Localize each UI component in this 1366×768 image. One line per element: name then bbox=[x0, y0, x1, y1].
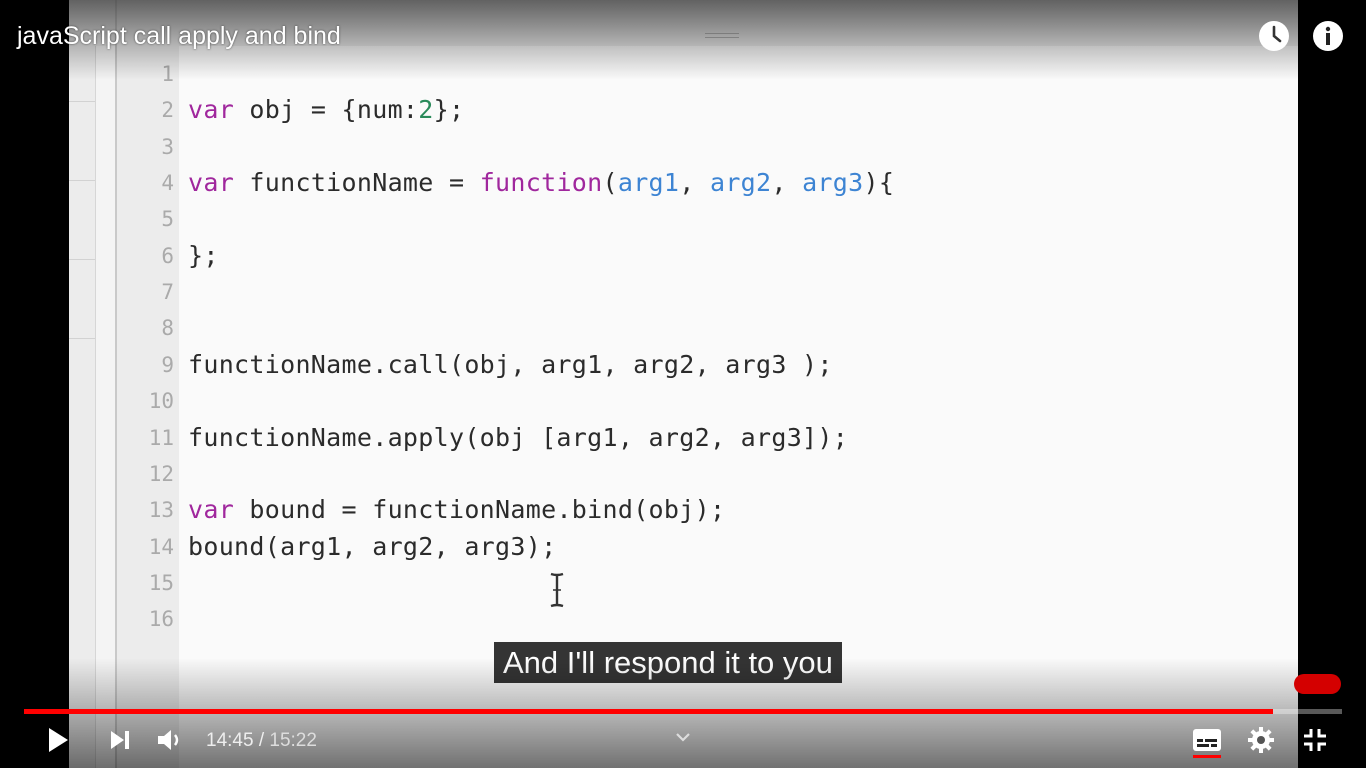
watch-later-button[interactable] bbox=[1258, 20, 1290, 52]
line-code: var obj = {num:2}; bbox=[188, 92, 464, 128]
subtitles-active-indicator bbox=[1193, 755, 1221, 758]
watermark-badge bbox=[1294, 674, 1341, 694]
code-token: functionName = bbox=[234, 168, 480, 198]
line-number: 2 bbox=[161, 98, 174, 123]
clock-icon bbox=[1259, 21, 1289, 51]
code-token: arg1 bbox=[617, 168, 680, 198]
line-code: bound(arg1, arg2, arg3); bbox=[188, 529, 556, 565]
chevron-up-icon[interactable] bbox=[673, 729, 693, 745]
progress-played bbox=[24, 709, 1273, 714]
volume-icon bbox=[158, 730, 179, 750]
code-token: function bbox=[479, 168, 603, 198]
subtitles-button[interactable] bbox=[1189, 722, 1225, 758]
line-number: 6 bbox=[161, 243, 174, 268]
code-token: , bbox=[679, 168, 710, 198]
code-token: var bbox=[188, 168, 235, 198]
code-token: }; bbox=[433, 95, 465, 125]
time-display: 14:45 / 15:22 bbox=[206, 729, 317, 753]
line-number: 8 bbox=[161, 316, 174, 341]
video-title[interactable]: javaScript call apply and bind bbox=[17, 20, 341, 52]
video-player[interactable]: 12var obj = {num:2};34var functionName =… bbox=[0, 0, 1366, 768]
code-token: ){ bbox=[863, 168, 895, 198]
progress-bar[interactable] bbox=[24, 709, 1342, 714]
line-number: 5 bbox=[161, 207, 174, 232]
line-number: 11 bbox=[148, 425, 174, 450]
play-icon bbox=[49, 728, 68, 752]
line-number: 7 bbox=[161, 280, 174, 305]
next-button[interactable] bbox=[102, 722, 138, 758]
exit-fullscreen-button[interactable] bbox=[1297, 722, 1333, 758]
line-number: 15 bbox=[148, 570, 174, 595]
line-number: 10 bbox=[148, 389, 174, 414]
code-token: functionName.call(obj, arg1, arg2, arg3 … bbox=[188, 349, 833, 379]
volume-button[interactable] bbox=[152, 722, 188, 758]
line-number: 12 bbox=[148, 461, 174, 486]
line-number: 14 bbox=[148, 534, 174, 559]
time-separator: / bbox=[258, 730, 265, 751]
code-token: var bbox=[188, 495, 235, 525]
line-number: 4 bbox=[161, 171, 174, 196]
code-token: arg2 bbox=[709, 168, 772, 198]
line-code: }; bbox=[188, 238, 219, 274]
line-code: var bound = functionName.bind(obj); bbox=[188, 492, 725, 528]
info-button[interactable] bbox=[1312, 20, 1344, 52]
gear-icon bbox=[1248, 727, 1274, 753]
play-button[interactable] bbox=[40, 722, 76, 758]
line-code: functionName.call(obj, arg1, arg2, arg3 … bbox=[188, 347, 833, 383]
code-token: , bbox=[771, 168, 803, 198]
code-token: bound = functionName.bind(obj); bbox=[234, 495, 726, 525]
line-number: 3 bbox=[161, 134, 174, 159]
line-number: 9 bbox=[161, 352, 174, 377]
code-token: obj = {num: bbox=[234, 95, 419, 125]
current-time: 14:45 bbox=[206, 730, 254, 751]
text-cursor-icon bbox=[550, 572, 564, 608]
code-token: functionName.apply(obj [arg1, arg2, arg3… bbox=[188, 422, 849, 452]
info-icon bbox=[1313, 21, 1343, 51]
exit-fullscreen-icon bbox=[1304, 729, 1326, 751]
code-token: var bbox=[188, 95, 235, 125]
subtitles-icon bbox=[1193, 729, 1221, 751]
line-code: var functionName = function(arg1, arg2, … bbox=[188, 165, 894, 201]
code-token: bound(arg1, arg2, arg3); bbox=[188, 531, 557, 561]
duration: 15:22 bbox=[269, 730, 317, 751]
code-token: arg3 bbox=[802, 168, 864, 198]
line-number: 16 bbox=[148, 607, 174, 632]
line-number: 13 bbox=[148, 498, 174, 523]
code-token: }; bbox=[188, 240, 219, 270]
line-code: functionName.apply(obj [arg1, arg2, arg3… bbox=[188, 420, 848, 456]
code-token: 2 bbox=[418, 95, 434, 125]
settings-button[interactable] bbox=[1243, 722, 1279, 758]
code-token: ( bbox=[602, 168, 618, 198]
next-icon bbox=[111, 731, 129, 749]
